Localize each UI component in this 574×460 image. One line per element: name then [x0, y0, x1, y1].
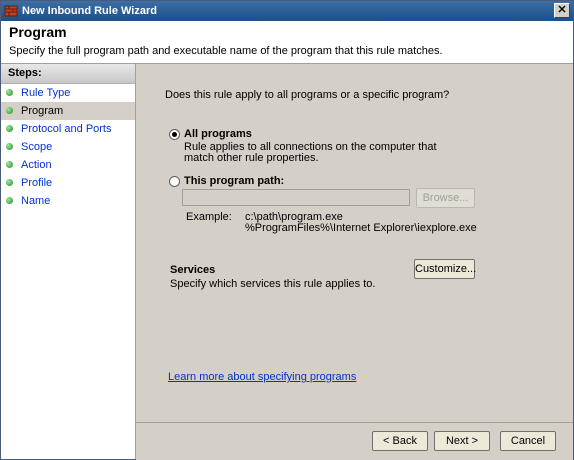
example-path-2: %ProgramFiles%\Internet Explorer\iexplor… — [245, 222, 477, 234]
step-program[interactable]: Program — [1, 102, 135, 120]
program-path-label[interactable]: This program path: — [184, 175, 284, 187]
step-label: Name — [21, 195, 51, 207]
wizard-window: New Inbound Rule Wizard ✕ Program Specif… — [0, 0, 574, 460]
browse-button[interactable]: Browse... — [416, 188, 475, 208]
step-label: Program — [21, 105, 64, 117]
steps-heading: Steps: — [1, 64, 135, 84]
window-title: New Inbound Rule Wizard — [22, 5, 157, 17]
content-panel: Does this rule apply to all programs or … — [136, 64, 573, 422]
step-name[interactable]: Name — [1, 192, 135, 210]
program-path-radio[interactable] — [169, 176, 180, 187]
next-button[interactable]: Next > — [434, 431, 490, 451]
page-header: Program Specify the full program path an… — [1, 21, 573, 64]
step-bullet-icon — [6, 179, 13, 186]
firewall-icon — [4, 5, 18, 17]
step-bullet-icon — [6, 125, 13, 132]
all-programs-description: Rule applies to all connections on the c… — [184, 141, 437, 164]
step-rule-type[interactable]: Rule Type — [1, 84, 135, 102]
steps-panel: Steps: Rule Type Program Protocol and Po… — [1, 64, 136, 459]
step-scope[interactable]: Scope — [1, 138, 135, 156]
services-description: Specify which services this rule applies… — [170, 278, 376, 290]
step-bullet-icon — [6, 197, 13, 204]
step-bullet-icon — [6, 89, 13, 96]
learn-more-link[interactable]: Learn more about specifying programs — [168, 371, 356, 383]
back-button[interactable]: < Back — [372, 431, 428, 451]
title-bar[interactable]: New Inbound Rule Wizard ✕ — [1, 1, 573, 21]
step-label: Profile — [21, 177, 53, 189]
step-bullet-icon — [6, 143, 13, 150]
program-path-input[interactable] — [182, 189, 410, 206]
close-button[interactable]: ✕ — [554, 3, 570, 18]
wizard-footer: < Back Next > Cancel — [136, 422, 573, 460]
step-label: Action — [21, 159, 52, 171]
all-programs-label[interactable]: All programs — [184, 128, 252, 140]
step-label: Rule Type — [21, 87, 71, 99]
close-icon: ✕ — [557, 4, 567, 16]
step-label: Scope — [21, 141, 53, 153]
page-description: Specify the full program path and execut… — [9, 45, 443, 57]
step-profile[interactable]: Profile — [1, 174, 135, 192]
services-heading: Services — [170, 264, 216, 276]
step-label: Protocol and Ports — [21, 123, 112, 135]
all-programs-radio[interactable] — [169, 129, 180, 140]
step-bullet-icon — [6, 107, 13, 114]
step-bullet-icon — [6, 161, 13, 168]
scope-question: Does this rule apply to all programs or … — [165, 89, 450, 101]
page-title: Program — [9, 24, 67, 40]
step-protocol-and-ports[interactable]: Protocol and Ports — [1, 120, 135, 138]
cancel-button[interactable]: Cancel — [500, 431, 556, 451]
step-action[interactable]: Action — [1, 156, 135, 174]
example-label: Example: — [186, 211, 232, 223]
customize-button[interactable]: Customize... — [414, 259, 476, 279]
